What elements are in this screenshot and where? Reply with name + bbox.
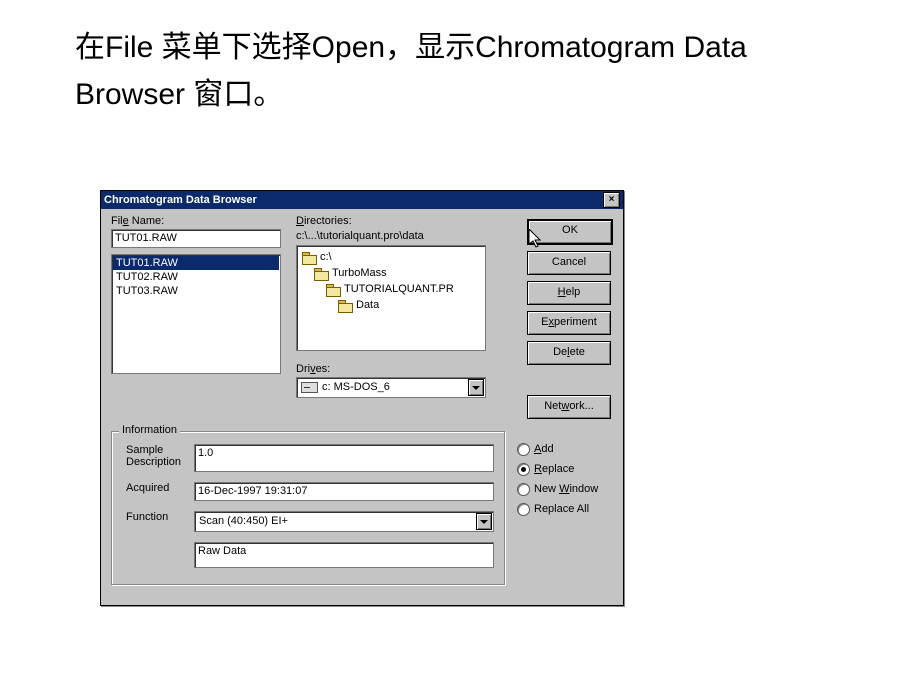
cancel-button[interactable]: Cancel: [527, 251, 611, 275]
titlebar[interactable]: Chromatogram Data Browser ×: [101, 191, 623, 209]
close-icon: ×: [609, 195, 615, 205]
raw-data-field: Raw Data: [194, 542, 494, 568]
chevron-down-icon[interactable]: [468, 379, 484, 396]
dialog-body: File Name: TUT01.RAW TUT01.RAW TUT02.RAW…: [101, 209, 623, 605]
delete-button[interactable]: Delete: [527, 341, 611, 365]
directories-label: Directories:: [296, 215, 486, 227]
experiment-button[interactable]: Experiment: [527, 311, 611, 335]
radio-icon: [517, 443, 530, 456]
directories-column: Directories: c:\...\tutorialquant.pro\da…: [296, 215, 486, 398]
directory-tree[interactable]: c:\ TurboMass TUTORIALQUANT.PR Data: [296, 245, 486, 351]
help-button[interactable]: Help: [527, 281, 611, 305]
filename-label: File Name:: [111, 215, 281, 227]
tree-node[interactable]: TUTORIALQUANT.PR: [326, 281, 480, 297]
tree-label: TurboMass: [332, 265, 387, 281]
button-column: OK Cancel Help Experiment Delete Network…: [527, 219, 611, 425]
drives-label: Drives:: [296, 363, 486, 375]
list-item[interactable]: TUT01.RAW: [113, 256, 279, 270]
sample-description-label: Sample Description: [126, 444, 194, 468]
acquired-label: Acquired: [126, 482, 194, 494]
tree-node-root[interactable]: c:\: [302, 249, 480, 265]
path-label: c:\...\tutorialquant.pro\data: [296, 230, 486, 242]
radio-replace-all[interactable]: Replace All: [517, 503, 611, 516]
dialog-chromatogram-data-browser: Chromatogram Data Browser × File Name: T…: [100, 190, 624, 606]
close-button[interactable]: ×: [603, 192, 620, 208]
radio-icon: [517, 463, 530, 476]
sample-description-field[interactable]: 1.0: [194, 444, 494, 472]
tree-label: TUTORIALQUANT.PR: [344, 281, 454, 297]
dialog-title: Chromatogram Data Browser: [104, 191, 257, 209]
function-dropdown[interactable]: Scan (40:450) EI+: [194, 511, 494, 532]
acquired-field: 16-Dec-1997 19:31:07: [194, 482, 494, 501]
filename-input[interactable]: TUT01.RAW: [111, 229, 281, 248]
radio-add[interactable]: Add: [517, 443, 611, 456]
drives-dropdown[interactable]: c: MS-DOS_6: [296, 377, 486, 398]
radio-new-window[interactable]: New Window: [517, 483, 611, 496]
drive-icon: [301, 382, 318, 393]
function-label: Function: [126, 511, 194, 523]
radio-replace[interactable]: Replace: [517, 463, 611, 476]
folder-icon: [314, 268, 328, 279]
radio-icon: [517, 483, 530, 496]
function-value: Scan (40:450) EI+: [199, 515, 288, 527]
folder-icon: [338, 300, 352, 311]
radio-group: Add Replace New Window Replace All: [517, 443, 611, 523]
folder-icon: [302, 252, 316, 263]
information-fieldset: Information Sample Description 1.0 Acqui…: [111, 431, 505, 585]
radio-icon: [517, 503, 530, 516]
tree-label: c:\: [320, 249, 332, 265]
drive-value: c: MS-DOS_6: [322, 381, 390, 393]
network-button[interactable]: Network...: [527, 395, 611, 419]
file-listbox[interactable]: TUT01.RAW TUT02.RAW TUT03.RAW: [111, 254, 281, 374]
file-column: File Name: TUT01.RAW TUT01.RAW TUT02.RAW…: [111, 215, 281, 374]
list-item[interactable]: TUT02.RAW: [113, 270, 279, 284]
tree-node[interactable]: Data: [338, 297, 480, 313]
ok-button[interactable]: OK: [527, 219, 613, 245]
tree-label: Data: [356, 297, 379, 313]
chevron-down-icon[interactable]: [476, 513, 492, 530]
list-item[interactable]: TUT03.RAW: [113, 284, 279, 298]
slide-title: 在File 菜单下选择Open，显示Chromatogram Data Brow…: [75, 25, 775, 118]
information-legend: Information: [119, 424, 180, 436]
folder-icon: [326, 284, 340, 295]
tree-node[interactable]: TurboMass: [314, 265, 480, 281]
